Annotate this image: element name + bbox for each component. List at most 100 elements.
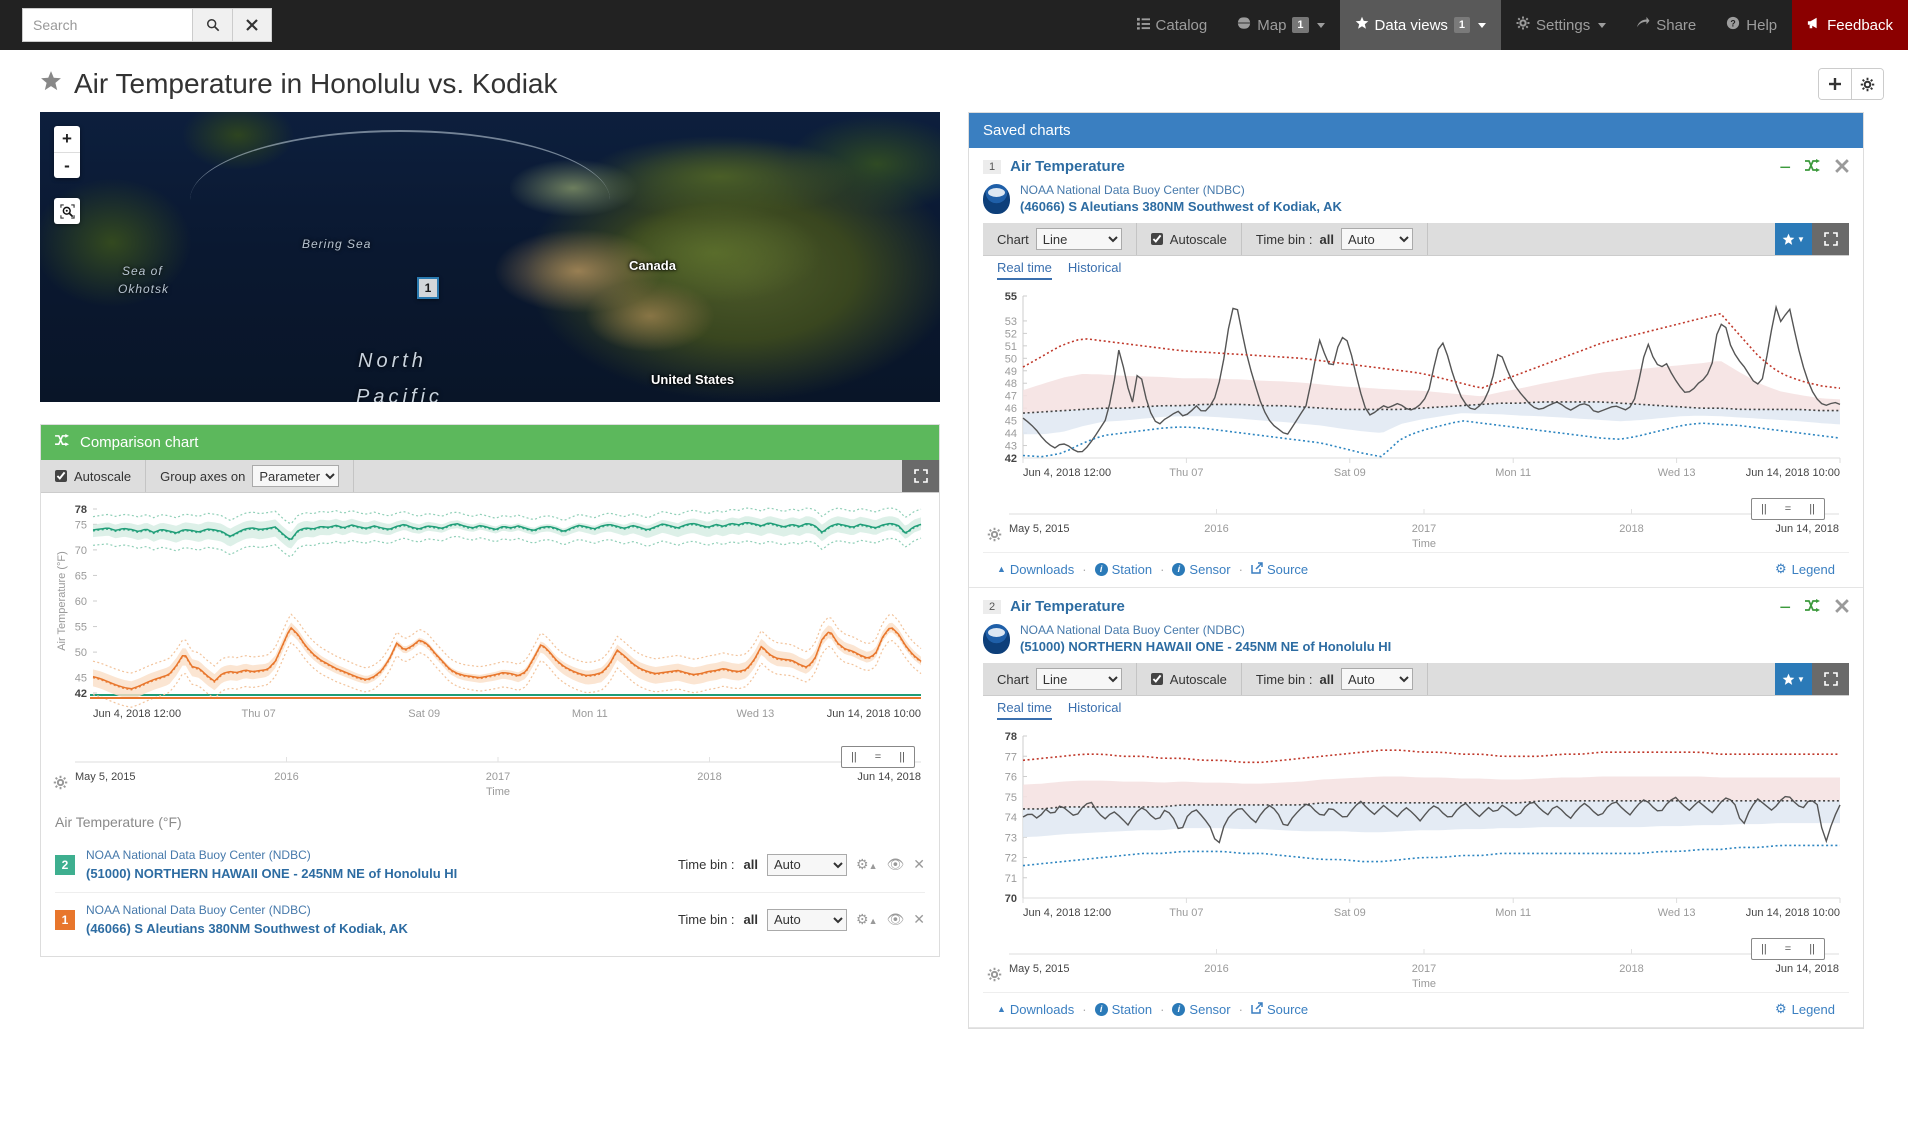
axis-tick-label: Mon 11 <box>1495 467 1531 479</box>
series-station[interactable]: (51000) NORTHERN HAWAII ONE - 245NM NE o… <box>86 865 457 883</box>
tab-real-time[interactable]: Real time <box>997 700 1052 720</box>
gear-icon[interactable]: ⚙▲ <box>856 911 877 928</box>
close-icon[interactable] <box>1835 158 1849 178</box>
eye-icon[interactable]: 👁 <box>886 911 904 928</box>
station-link[interactable]: i Station <box>1094 562 1152 577</box>
saved-chart-range-selector[interactable]: May 5, 2015 Jun 14, 2018 2016 2017 2018 Time … <box>985 936 1839 992</box>
view-settings-button[interactable] <box>1851 69 1883 99</box>
saved-chart-range-handle[interactable]: || = || <box>1751 498 1825 520</box>
axis-tick-label: 78 <box>1005 731 1017 743</box>
sensor-link[interactable]: i Sensor <box>1172 562 1231 577</box>
axis-tick-label: Time <box>486 786 510 798</box>
shuffle-icon[interactable] <box>1805 158 1821 178</box>
axis-tick-label: 75 <box>1005 792 1017 804</box>
group-axes-select[interactable]: ParameterStationSensor <box>252 465 340 487</box>
nav-item-feedback[interactable]: Feedback <box>1792 0 1908 50</box>
add-chart-button[interactable] <box>1819 69 1851 99</box>
save-chart-button[interactable]: ▼ <box>1775 663 1812 695</box>
source-link[interactable]: Source <box>1251 1002 1308 1017</box>
comparison-legend-rows: 2 NOAA National Data Buoy Center (NDBC) … <box>55 838 925 946</box>
comparison-chart-area[interactable]: 42 45 50 55 60 65 70 75 78 Air Temperature (°F) Ju… <box>41 493 939 800</box>
source-link[interactable]: Source <box>1251 562 1308 577</box>
saved-chart-title[interactable]: Air Temperature <box>1010 598 1125 615</box>
close-icon[interactable] <box>1835 598 1849 618</box>
downloads-link[interactable]: ▲ Downloads <box>997 1002 1074 1017</box>
clear-search-icon[interactable] <box>232 8 272 42</box>
expand-chart-button[interactable] <box>1812 223 1849 255</box>
legend-toggle[interactable]: ⚙ Legend <box>1775 561 1835 577</box>
comparison-toolbar: Autoscale Group axes on ParameterStation… <box>41 460 939 493</box>
comparison-autoscale-checkbox[interactable] <box>55 470 67 482</box>
time-bin-select[interactable]: AutoHourlyDaily <box>1340 228 1413 250</box>
close-icon[interactable]: ✕ <box>913 856 925 873</box>
chart-gear-icon[interactable] <box>987 527 1002 546</box>
map-zoom-to-extent-button[interactable] <box>54 198 80 224</box>
gear-icon[interactable]: ⚙▲ <box>856 856 877 873</box>
nav-item-settings[interactable]: Settings <box>1501 0 1621 50</box>
map-label: Okhotsk <box>118 282 170 296</box>
eye-icon[interactable]: 👁 <box>886 856 904 873</box>
series-badge[interactable]: 2 <box>55 854 75 875</box>
map-view[interactable]: + - Bering SeaSea ofOkhotsk日本NorthPacifi… <box>40 112 940 402</box>
chart-type-select[interactable]: LineBarScatter <box>1035 668 1122 690</box>
saved-chart-title[interactable]: Air Temperature <box>1010 158 1125 175</box>
comparison-range-selector[interactable]: May 5, 2015 Jun 14, 2018 2016 2017 2018 Time … <box>51 744 929 800</box>
save-chart-button[interactable]: ▼ <box>1775 223 1812 255</box>
info-icon: i <box>1094 562 1108 576</box>
map-landmass-canada <box>510 122 930 232</box>
time-bin-all: all <box>743 912 758 928</box>
gear-icon: ⚙ <box>1774 1001 1787 1016</box>
tab-real-time[interactable]: Real time <box>997 260 1052 280</box>
sensor-link[interactable]: i Sensor <box>1172 1002 1231 1017</box>
comparison-range-handle[interactable]: || = || <box>841 746 915 768</box>
time-bin-select[interactable]: AutoHourlyDaily <box>1340 668 1413 690</box>
axis-tick-label: 45 <box>1005 416 1017 428</box>
chart-type-select[interactable]: LineBarScatter <box>1035 228 1122 250</box>
saved-chart-range-selector[interactable]: May 5, 2015 Jun 14, 2018 2016 2017 2018 Time … <box>985 496 1839 552</box>
nav-item-data-views[interactable]: Data views 1 <box>1339 0 1502 50</box>
search-icon[interactable] <box>192 8 232 42</box>
autoscale-checkbox[interactable] <box>1150 233 1163 245</box>
tab-historical[interactable]: Historical <box>1068 700 1121 720</box>
comparison-gear-icon[interactable] <box>53 775 68 794</box>
favorite-star-icon[interactable] <box>40 70 62 98</box>
time-bin-select[interactable]: AutoHourlyDaily <box>767 908 847 931</box>
tab-historical[interactable]: Historical <box>1068 260 1121 280</box>
legend-toggle[interactable]: ⚙ Legend <box>1775 1001 1835 1017</box>
expand-chart-button[interactable] <box>1812 663 1849 695</box>
map-zoom-out-button[interactable]: - <box>54 152 80 178</box>
nav-item-map[interactable]: Map 1 <box>1222 0 1339 50</box>
search-input[interactable] <box>22 8 192 42</box>
range-handle-right: || <box>1809 943 1815 955</box>
saved-chart-plot-area[interactable]: 70 71 72 73 74 75 76 77 78 Jun 4, 2018 12:00 Thu 0… <box>983 720 1849 992</box>
downloads-link[interactable]: ▲ Downloads <box>997 562 1074 577</box>
map-zoom-in-button[interactable]: + <box>54 126 80 152</box>
chart-gear-icon[interactable] <box>987 967 1002 986</box>
saved-chart-toolbar: Chart LineBarScatter Autoscale Time bin … <box>983 663 1849 696</box>
station-link[interactable]: i Station <box>1094 1002 1152 1017</box>
axis-tick-label: Jun 14, 2018 10:00 <box>827 708 921 720</box>
nav-menu: Catalog Map 1 Data views 1 Settings Shar… <box>1122 0 1908 50</box>
saved-chart-station[interactable]: (51000) NORTHERN HAWAII ONE - 245NM NE o… <box>1020 639 1391 654</box>
nav-item-catalog[interactable]: Catalog <box>1122 0 1223 50</box>
nav-item-share[interactable]: Share <box>1621 0 1711 50</box>
comparison-expand-button[interactable] <box>902 460 939 492</box>
series-station[interactable]: (46066) S Aleutians 380NM Southwest of K… <box>86 920 408 938</box>
autoscale-checkbox[interactable] <box>1150 673 1163 685</box>
series-badge[interactable]: 1 <box>55 909 75 930</box>
axis-tick-label: 76 <box>1005 772 1017 784</box>
minimize-icon[interactable]: − <box>1779 158 1791 178</box>
axis-tick-label: Jun 14, 2018 <box>857 771 921 783</box>
nav-item-help[interactable]: ? Help <box>1711 0 1792 50</box>
time-bin-select[interactable]: AutoHourlyDaily <box>767 853 847 876</box>
close-icon[interactable]: ✕ <box>913 911 925 928</box>
saved-chart-range-handle[interactable]: || = || <box>1751 938 1825 960</box>
saved-chart-station[interactable]: (46066) S Aleutians 380NM Southwest of K… <box>1020 199 1342 214</box>
shuffle-icon[interactable] <box>1805 598 1821 618</box>
saved-chart-tabs: Real time Historical <box>983 256 1849 280</box>
saved-chart-plot-area[interactable]: 42 43 44 45 46 47 48 49 50 51 52 53 55 Jun 4, 2018 12… <box>983 280 1849 552</box>
axis-tick-label: Jun 14, 2018 10:00 <box>1746 907 1840 919</box>
range-handle-mid: = <box>1784 503 1792 515</box>
map-station-marker[interactable]: 1 <box>417 277 439 299</box>
minimize-icon[interactable]: − <box>1779 598 1791 618</box>
